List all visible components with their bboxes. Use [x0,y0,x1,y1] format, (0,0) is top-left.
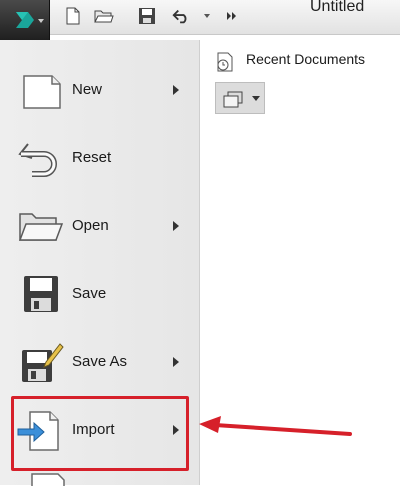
application-menu-button[interactable] [0,0,50,40]
reset-icon [18,143,57,177]
view-options-icon [223,91,243,108]
new-file-icon[interactable] [63,6,83,26]
menu-item-label: New [72,81,103,98]
undo-icon[interactable] [171,6,191,26]
menu-item-open[interactable]: Open [8,198,194,254]
chevron-down-icon [38,19,44,23]
recent-documents-label: Recent Documents [246,51,366,67]
quick-access-toolbar: Untitled [0,0,400,40]
menu-item-save[interactable]: Save [8,266,194,322]
chevron-right-icon [173,357,179,367]
menu-item-label: Open [72,217,109,234]
annotation-arrow-icon [199,416,352,436]
recent-documents-icon [217,52,233,72]
menu-item-label: Save [72,285,107,302]
menu-item-label: Save As [72,353,128,370]
open-folder-icon [18,213,64,241]
menu-item-save-as[interactable]: Save As [8,334,194,390]
chevron-right-icon [173,221,179,231]
menu-item-reset[interactable]: Reset [8,130,194,186]
overflow-icon[interactable] [224,6,240,26]
dropdown-icon[interactable] [200,6,214,26]
save-icon[interactable] [137,6,157,26]
new-document-icon [23,75,61,109]
chevron-down-icon [252,96,260,101]
next-item-icon [31,473,65,486]
import-highlight-box [11,396,189,471]
save-as-icon [22,343,64,382]
view-options-button[interactable] [215,82,265,114]
menu-item-new[interactable]: New [8,62,194,118]
chevron-right-icon [173,85,179,95]
menu-item-label: Reset [72,149,112,166]
open-folder-icon[interactable] [94,6,114,26]
3ds-max-logo-icon [15,12,34,28]
save-disk-icon [24,276,58,312]
window-title: Untitled [310,0,365,15]
